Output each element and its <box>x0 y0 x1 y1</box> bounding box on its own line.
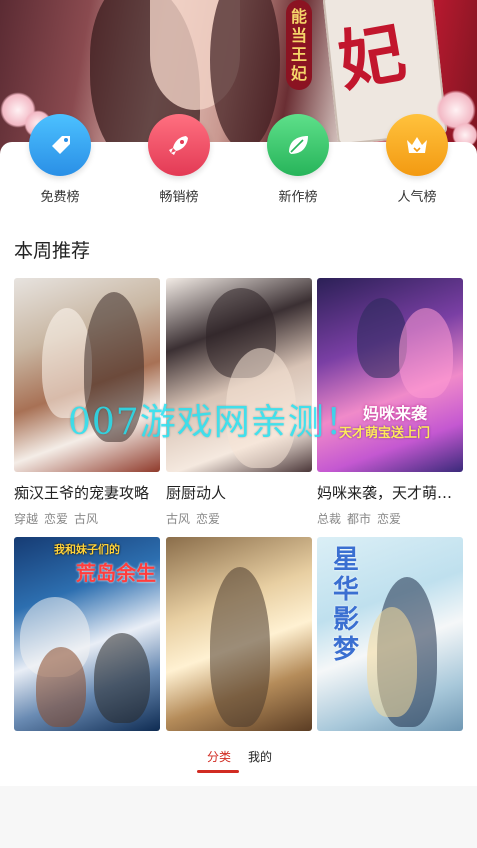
book-tag: 穿越 <box>14 512 39 526</box>
book-cover[interactable] <box>166 537 312 731</box>
book-cover[interactable]: 星华影梦 <box>317 537 463 731</box>
category-bestselling[interactable]: 畅销榜 <box>139 114 219 205</box>
category-icon-bg <box>29 114 91 176</box>
book-title[interactable]: 妈咪来袭，天才萌宝送上门 <box>317 482 463 503</box>
crown-icon <box>407 137 427 153</box>
cover-figure <box>399 308 453 398</box>
section-title: 本周推荐 <box>14 240 91 262</box>
category-new[interactable]: 新作榜 <box>258 114 338 205</box>
cover-figure <box>210 567 270 727</box>
banner-title-char: 王 <box>290 45 307 64</box>
book-cover[interactable]: 我和妹子们的 荒岛余生 <box>14 537 160 731</box>
book-tags: 古风 恋爱 <box>166 510 312 527</box>
tag-icon <box>52 136 70 154</box>
category-popular[interactable]: 人气榜 <box>377 114 457 205</box>
book-tags: 总裁 都市 恋爱 <box>317 510 463 527</box>
tab-mine[interactable]: 我的 <box>248 748 272 765</box>
banner-vertical-title: 能 当 王 妃 <box>286 0 312 90</box>
cover-figure <box>94 633 150 723</box>
book-tag: 恋爱 <box>196 512 221 526</box>
tab-category[interactable]: 分类 <box>207 748 231 765</box>
book-title[interactable]: 厨厨动人 <box>166 482 312 503</box>
active-tab-indicator <box>197 770 239 773</box>
banner-title-char: 能 <box>290 7 307 26</box>
book-card[interactable]: 我和妹子们的 荒岛余生 <box>14 537 160 731</box>
cover-title: 荒岛余生 <box>76 561 156 585</box>
book-tag: 恋爱 <box>44 512 69 526</box>
category-icon-bg <box>267 114 329 176</box>
cover-figure <box>367 607 417 717</box>
category-icon-bg <box>386 114 448 176</box>
category-label: 免费榜 <box>40 189 80 204</box>
banner-title-char: 当 <box>290 26 307 45</box>
book-tag: 古风 <box>166 512 191 526</box>
book-card[interactable] <box>166 537 312 731</box>
book-tag: 总裁 <box>317 512 342 526</box>
book-tags: 穿越 恋爱 古风 <box>14 510 160 527</box>
book-tag: 都市 <box>347 512 372 526</box>
leaf-icon <box>289 136 308 154</box>
category-free[interactable]: 免费榜 <box>20 114 100 205</box>
cover-subtitle: 我和妹子们的 <box>54 543 120 556</box>
rocket-icon <box>169 136 188 155</box>
book-card[interactable]: 星华影梦 <box>317 537 463 731</box>
category-icon-bg <box>148 114 210 176</box>
category-label: 新作榜 <box>278 189 318 204</box>
category-label: 人气榜 <box>397 189 437 204</box>
banner-title-char: 妃 <box>290 64 307 83</box>
cover-title: 星华影梦 <box>332 545 359 665</box>
category-row: 免费榜 畅销榜 新作榜 人气榜 <box>0 114 477 214</box>
bottom-tab-bar: 分类 我的 <box>0 736 477 786</box>
book-tag: 古风 <box>74 512 99 526</box>
watermark-text: 007游戏网亲测！ <box>68 402 362 443</box>
book-title[interactable]: 痴汉王爷的宠妻攻略 <box>14 482 160 503</box>
category-label: 畅销榜 <box>159 189 199 204</box>
cover-title: 妈咪来袭 <box>363 404 428 423</box>
book-tag: 恋爱 <box>377 512 402 526</box>
cover-figure <box>36 647 86 727</box>
